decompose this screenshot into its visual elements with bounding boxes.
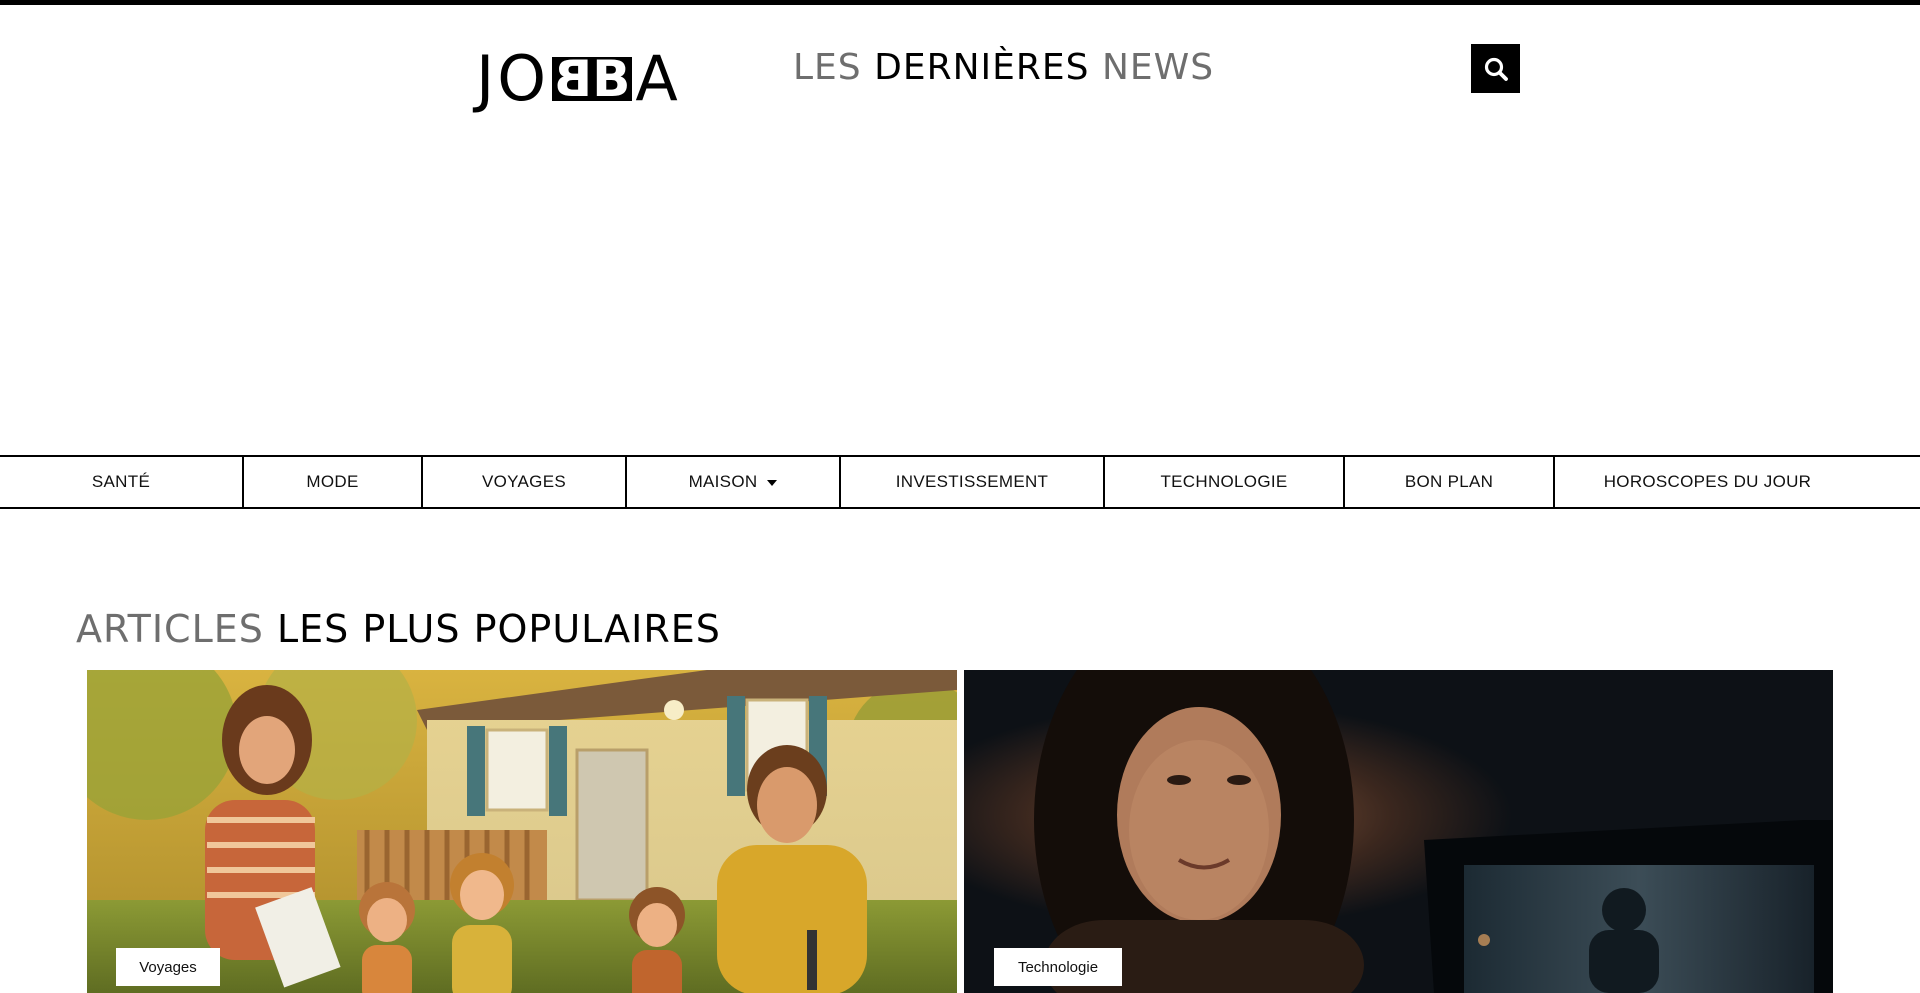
tagline-part-2: DERNIÈRES <box>874 47 1090 88</box>
search-icon <box>1484 57 1508 81</box>
category-tag-voyages[interactable]: Voyages <box>116 948 220 986</box>
nav-item-maison[interactable]: MAISON <box>627 457 839 507</box>
nav-item-label: SANTÉ <box>91 472 151 491</box>
nav-item-horoscopes[interactable]: HOROSCOPES DU JOUR <box>1555 457 1860 507</box>
tagline-part-1: LES <box>793 47 862 88</box>
nav-item-label: MODE <box>306 472 359 491</box>
article-image-woman-screen <box>964 670 1833 993</box>
logo-b-mirrored: B <box>554 50 593 108</box>
nav-item-bon-plan[interactable]: BON PLAN <box>1345 457 1553 507</box>
main-nav: SANTÉ MODE VOYAGES MAISON INVESTISSEMENT… <box>0 455 1920 509</box>
section-title-light: ARTICLES <box>76 607 264 651</box>
article-card-technologie[interactable]: Technologie <box>964 670 1833 993</box>
nav-item-voyages[interactable]: VOYAGES <box>423 457 625 507</box>
logo-text-end: A <box>635 42 681 115</box>
nav-item-label: HOROSCOPES DU JOUR <box>1603 472 1812 491</box>
chevron-down-icon <box>767 480 778 486</box>
nav-item-label: VOYAGES <box>482 472 566 491</box>
nav-item-sante[interactable]: SANTÉ <box>0 457 242 507</box>
site-logo[interactable]: JO BB A <box>476 44 681 114</box>
tagline-part-3: NEWS <box>1101 47 1215 88</box>
category-tag-label: Technologie <box>1017 958 1099 976</box>
nav-item-technologie[interactable]: TECHNOLOGIE <box>1105 457 1343 507</box>
logo-bb-mark: BB <box>552 50 633 108</box>
logo-text-start: JO <box>476 42 550 115</box>
nav-item-mode[interactable]: MODE <box>244 457 421 507</box>
nav-item-investissement[interactable]: INVESTISSEMENT <box>841 457 1103 507</box>
section-title-dark: LES PLUS POPULAIRES <box>276 607 721 651</box>
site-tagline: LES DERNIÈRES NEWS <box>793 44 1214 92</box>
category-tag-technologie[interactable]: Technologie <box>994 948 1122 986</box>
search-button[interactable] <box>1471 44 1520 93</box>
nav-item-label: MAISON <box>688 472 758 491</box>
section-title: ARTICLES LES PLUS POPULAIRES <box>76 604 721 654</box>
top-border <box>0 0 1920 5</box>
article-card-voyages[interactable]: Voyages <box>87 670 957 993</box>
logo-b: B <box>592 50 631 108</box>
nav-item-label: INVESTISSEMENT <box>895 472 1049 491</box>
nav-item-label: BON PLAN <box>1404 472 1494 491</box>
article-image-family-camping <box>87 670 957 993</box>
category-tag-label: Voyages <box>139 958 197 976</box>
nav-item-label: TECHNOLOGIE <box>1160 472 1288 491</box>
